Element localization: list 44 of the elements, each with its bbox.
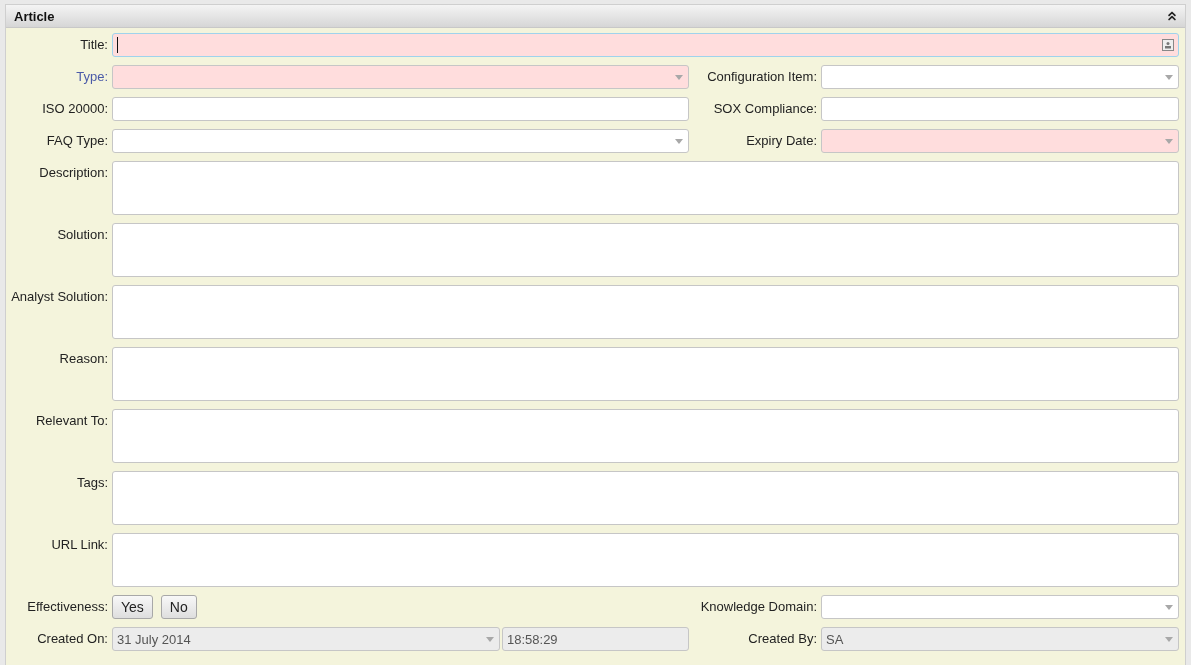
text-area[interactable] — [112, 347, 1179, 401]
field-label: URL Link: — [50, 536, 109, 554]
dropdown-field[interactable] — [821, 129, 1179, 153]
text-cursor — [117, 37, 118, 53]
field-label: Expiry Date: — [745, 132, 818, 150]
text-area[interactable] — [112, 223, 1179, 277]
field-label: Tags: — [75, 474, 109, 492]
text-field[interactable] — [821, 97, 1179, 121]
dropdown-arrow-icon[interactable] — [1165, 139, 1173, 144]
field-label: Created On: — [36, 630, 109, 648]
field-label: Configuration Item: — [706, 68, 818, 86]
dropdown-field[interactable] — [112, 129, 689, 153]
field-label: Analyst Solution: — [10, 288, 109, 306]
field-label: FAQ Type: — [45, 132, 109, 150]
dropdown-arrow-icon[interactable] — [675, 139, 683, 144]
dropdown-field[interactable] — [821, 595, 1179, 619]
field-label: Knowledge Domain: — [699, 598, 818, 616]
field-label: Type: — [75, 68, 109, 86]
text-area[interactable] — [112, 409, 1179, 463]
text-area[interactable] — [112, 285, 1179, 339]
dropdown-field[interactable] — [112, 65, 689, 89]
field-label: Created By: — [747, 630, 818, 648]
field-label: Description: — [38, 164, 109, 182]
field-label: SOX Compliance: — [712, 100, 818, 118]
collapse-icon[interactable] — [1165, 9, 1179, 23]
field-label: ISO 20000: — [41, 100, 109, 118]
title-field[interactable] — [112, 33, 1179, 57]
field-label: Relevant To: — [34, 412, 109, 430]
text-field[interactable] — [112, 97, 689, 121]
dropdown-arrow-icon[interactable] — [675, 75, 683, 80]
text-area[interactable] — [112, 471, 1179, 525]
dropdown-arrow-icon[interactable] — [1165, 75, 1173, 80]
panel-title: Article — [14, 8, 55, 24]
text-area[interactable] — [112, 533, 1179, 587]
dropdown-field[interactable] — [821, 65, 1179, 89]
dropdown-arrow-icon[interactable] — [1165, 605, 1173, 610]
text-area[interactable] — [112, 161, 1179, 215]
choice-button[interactable]: Yes — [112, 595, 153, 619]
field-label: Title: — [79, 36, 109, 54]
field-label: Reason: — [58, 350, 109, 368]
lookup-icon[interactable] — [1162, 39, 1174, 51]
choice-button[interactable]: No — [160, 595, 197, 619]
field-label: Effectiveness: — [26, 598, 109, 616]
field-label: Solution: — [56, 226, 109, 244]
